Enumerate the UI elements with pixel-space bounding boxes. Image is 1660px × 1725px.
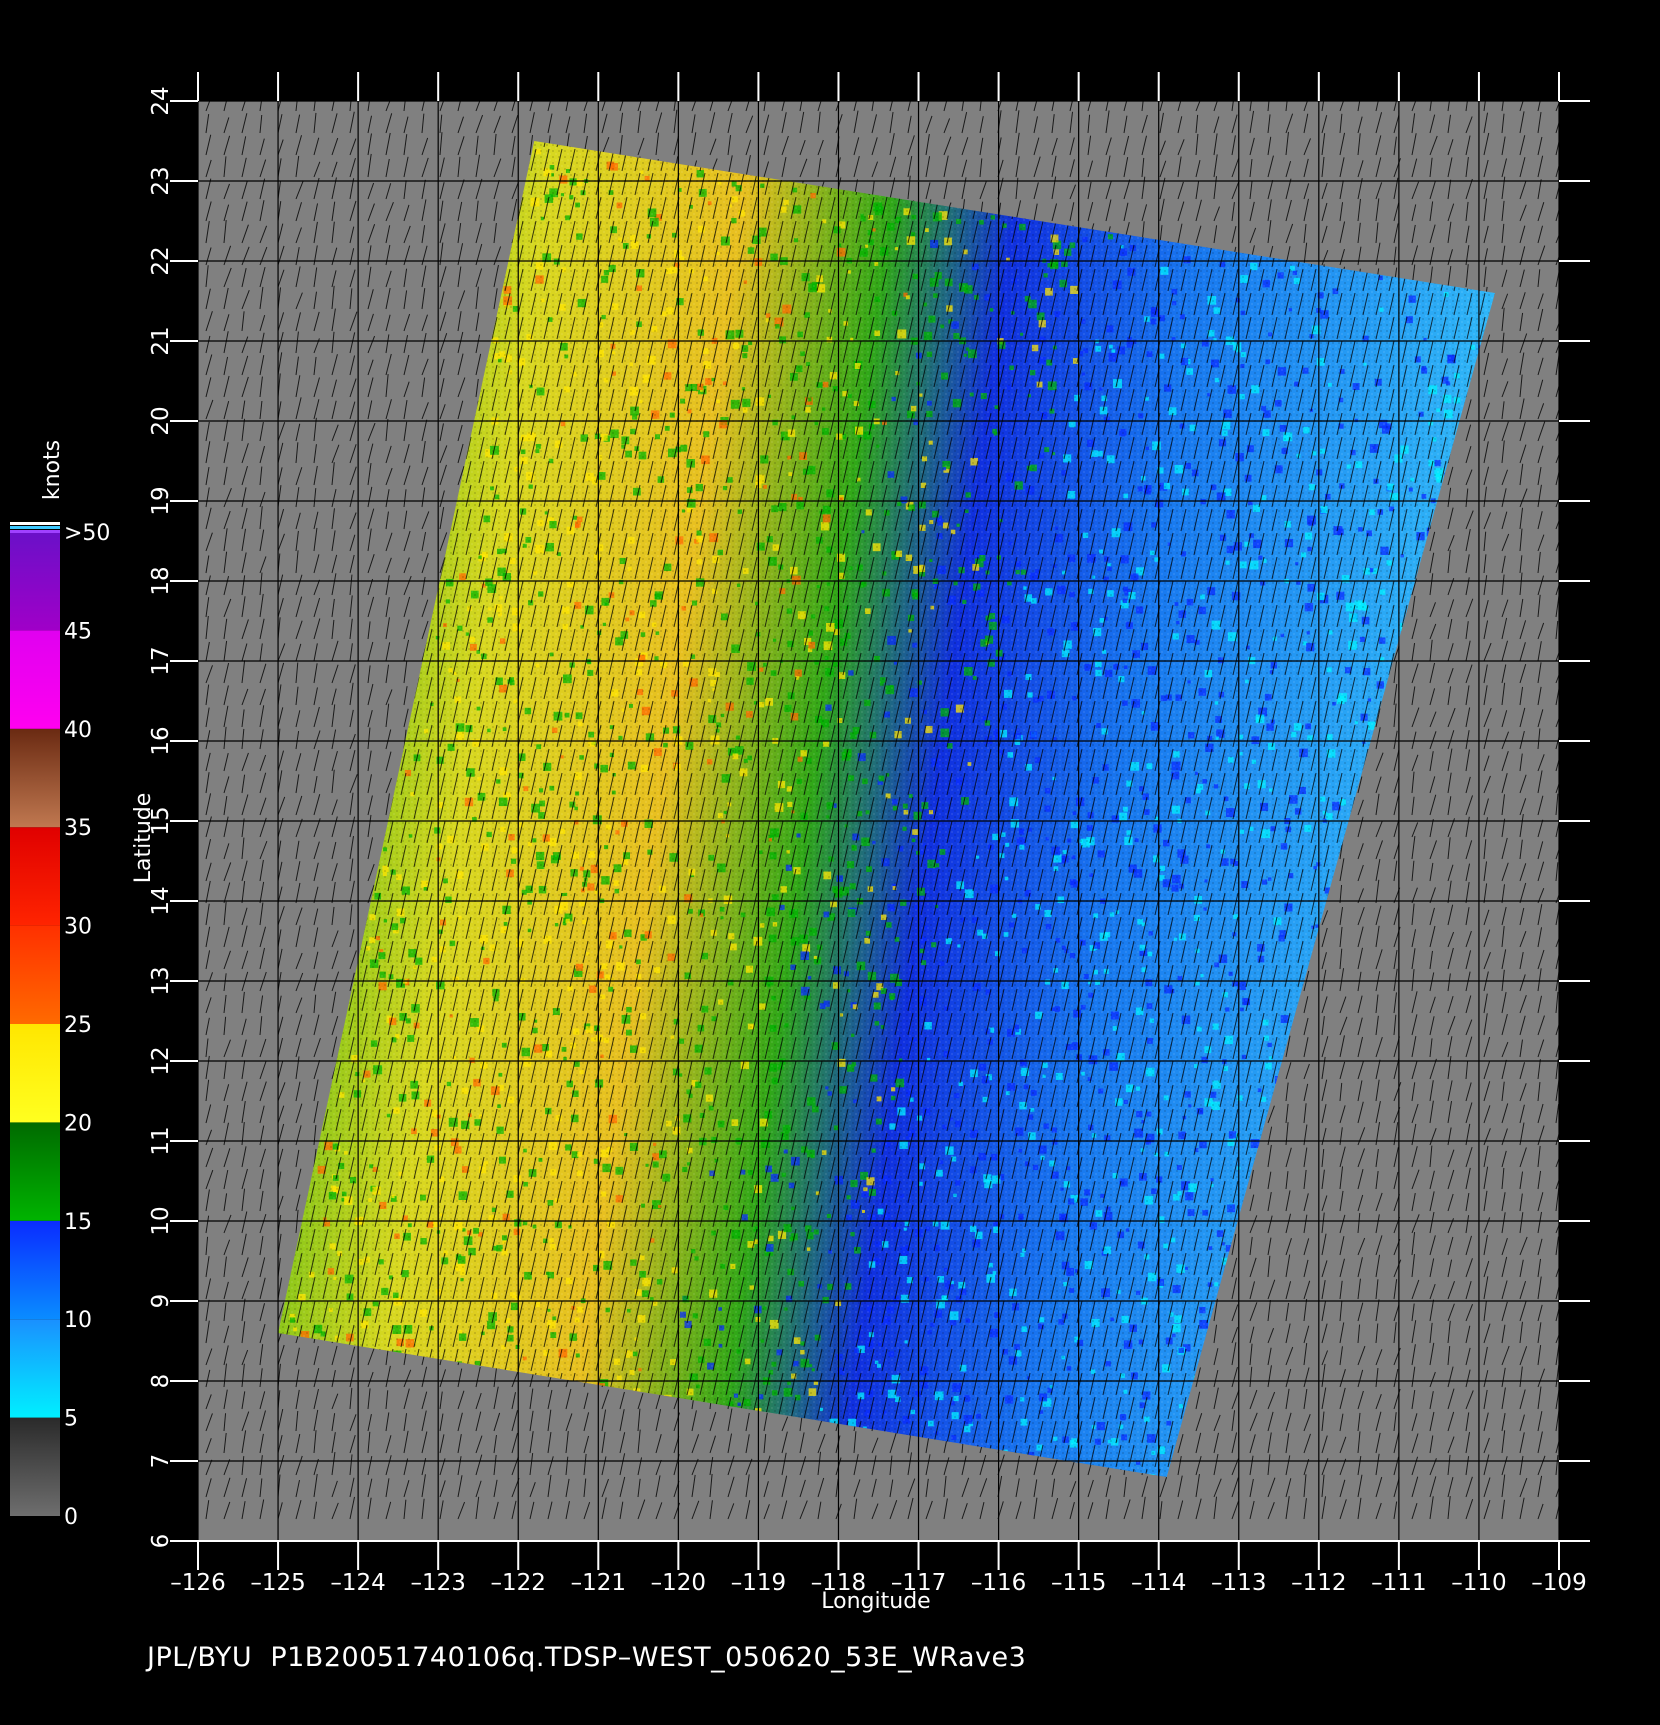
wind-map-figure: –126 –125 –124 –123 –122 –121 –120 –119 –118 –117… bbox=[0, 0, 1660, 1720]
figure-svg: –126 –125 –124 –123 –122 –121 –120 –119 –118 –117… bbox=[10, 72, 1590, 1614]
